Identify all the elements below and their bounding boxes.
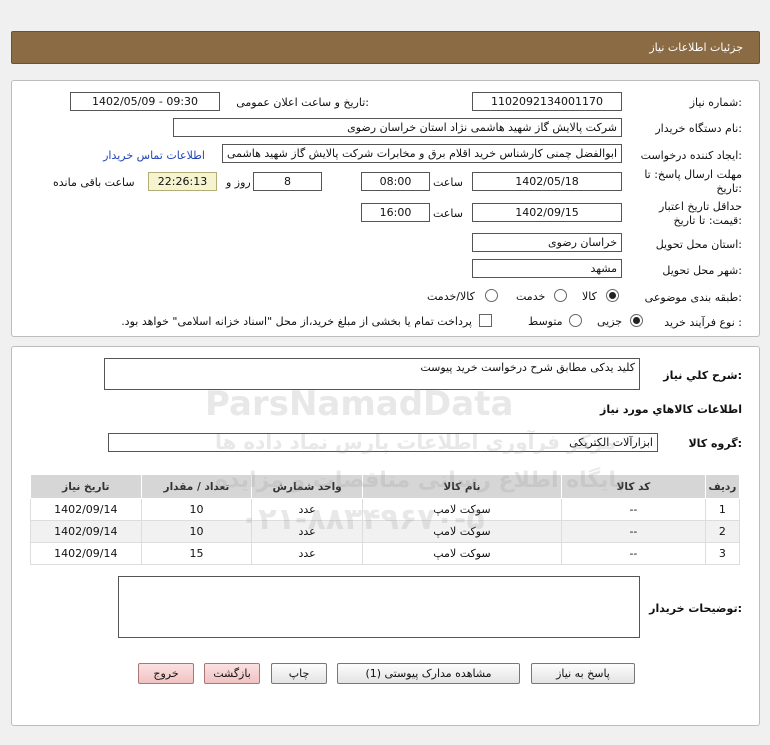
cell-unit: عدد — [251, 520, 363, 543]
days-count-field: 8 — [253, 172, 322, 191]
cell-code: -- — [561, 520, 706, 543]
summary-label: شرح کلي نياز: — [663, 369, 742, 382]
category-service-label: خدمت — [516, 290, 546, 303]
deadline-time-label: ساعت — [433, 176, 463, 189]
col-qty: تعداد / مقدار — [140, 474, 253, 499]
col-unit: واحد شمارش — [251, 474, 363, 499]
col-date: تاریخ نیاز — [30, 474, 142, 499]
goods-group-field: ابزارآلات الکتریکی — [108, 433, 658, 452]
cell-row: 1 — [704, 498, 741, 521]
validity-time-field: 16:00 — [361, 203, 430, 222]
page-header: جزئیات اطلاعات نیاز — [11, 31, 760, 64]
cell-row: 3 — [704, 542, 741, 565]
goods-group-label: گروه کالا: — [688, 437, 742, 450]
cell-row: 2 — [704, 520, 741, 543]
cell-date: 1402/09/14 — [30, 498, 142, 521]
validity-date-field: 1402/09/15 — [472, 203, 622, 222]
cell-qty: 15 — [140, 542, 253, 565]
cell-code: -- — [561, 498, 706, 521]
cell-date: 1402/09/14 — [30, 520, 142, 543]
buyer-org-field: شرکت پالایش گاز شهید هاشمی نژاد استان خر… — [173, 118, 622, 137]
category-radio-service[interactable] — [554, 289, 567, 302]
buyer-notes-label: توضیحات خریدار: — [649, 602, 742, 615]
delivery-province-label: استان محل تحویل: — [655, 238, 742, 251]
purchase-minor-label: جزیی — [597, 315, 623, 328]
table-row: 1 -- سوکت لامپ عدد 10 1402/09/14 — [30, 498, 741, 521]
col-code: کد کالا — [561, 474, 706, 499]
buyer-contact-link[interactable]: اطلاعات تماس خریدار — [103, 149, 205, 162]
treasury-checkbox[interactable] — [479, 314, 492, 327]
purchase-radio-medium[interactable] — [569, 314, 582, 327]
cell-name: سوکت لامپ — [361, 520, 563, 543]
remaining-time-field: 22:26:13 — [148, 172, 217, 191]
announce-label: تاریخ و ساعت اعلان عمومی: — [236, 96, 369, 109]
attachments-button[interactable]: مشاهده مدارک پیوستی (1) — [337, 663, 520, 684]
remaining-label: ساعت باقی مانده — [53, 176, 135, 189]
deadline-label: مهلت ارسال پاسخ: تا تاریخ: — [644, 168, 742, 195]
announce-field: 1402/05/09 - 09:30 — [70, 92, 220, 111]
category-radio-goods-service[interactable] — [485, 289, 498, 302]
cell-unit: عدد — [251, 498, 363, 521]
back-button[interactable]: بازگشت — [204, 663, 260, 684]
delivery-city-label: شهر محل تحویل: — [662, 264, 742, 277]
cell-name: سوکت لامپ — [361, 498, 563, 521]
category-goods-service-label: کالا/خدمت — [427, 290, 475, 303]
summary-field: کلید یدکی مطابق شرح درخواست خرید پیوست — [104, 358, 640, 390]
need-number-field: 1102092134001170 — [472, 92, 622, 111]
delivery-province-field: خراسان رضوی — [472, 233, 622, 252]
deadline-time-field: 08:00 — [361, 172, 430, 191]
buyer-notes-field — [118, 576, 640, 638]
purchase-radio-minor[interactable] — [630, 314, 643, 327]
need-number-label: شماره نیاز: — [689, 96, 742, 109]
cell-qty: 10 — [140, 520, 253, 543]
purchase-medium-label: متوسط — [528, 315, 563, 328]
goods-table-wrap: ردیف کد کالا نام کالا واحد شمارش تعداد /… — [30, 474, 741, 565]
cell-code: -- — [561, 542, 706, 565]
col-row: ردیف — [704, 474, 741, 499]
col-name: نام کالا — [361, 474, 563, 499]
table-row: 3 -- سوکت لامپ عدد 15 1402/09/14 — [30, 542, 741, 565]
category-goods-label: کالا — [582, 290, 597, 303]
days-label: روز و — [226, 176, 251, 189]
purchase-type-label: نوع فرآیند خرید : — [664, 316, 742, 329]
validity-time-label: ساعت — [433, 207, 463, 220]
deadline-date-field: 1402/05/18 — [472, 172, 622, 191]
goods-info-title: اطلاعات کالاهاي مورد نياز — [600, 403, 742, 416]
page-title: جزئیات اطلاعات نیاز — [649, 41, 743, 54]
cell-unit: عدد — [251, 542, 363, 565]
validity-label: حداقل تاریخ اعتبار قیمت: تا تاریخ: — [658, 200, 742, 227]
goods-table: ردیف کد کالا نام کالا واحد شمارش تعداد /… — [30, 474, 741, 565]
print-button[interactable]: چاپ — [271, 663, 327, 684]
buyer-org-label: نام دستگاه خریدار: — [655, 122, 742, 135]
requester-label: ایجاد کننده درخواست: — [640, 149, 742, 162]
cell-name: سوکت لامپ — [361, 542, 563, 565]
table-header-row: ردیف کد کالا نام کالا واحد شمارش تعداد /… — [30, 474, 741, 499]
category-radio-goods[interactable] — [606, 289, 619, 302]
cell-qty: 10 — [140, 498, 253, 521]
payment-note: پرداخت تمام یا بخشی از مبلغ خرید،از محل … — [121, 315, 472, 328]
delivery-city-field: مشهد — [472, 259, 622, 278]
requester-field: ابوالفضل چمنی کارشناس خرید اقلام برق و م… — [222, 144, 622, 163]
exit-button[interactable]: خروج — [138, 663, 194, 684]
cell-date: 1402/09/14 — [30, 542, 142, 565]
reply-button[interactable]: پاسخ به نیاز — [531, 663, 635, 684]
category-label: طبقه بندی موضوعی: — [644, 291, 742, 304]
table-row: 2 -- سوکت لامپ عدد 10 1402/09/14 — [30, 520, 741, 543]
